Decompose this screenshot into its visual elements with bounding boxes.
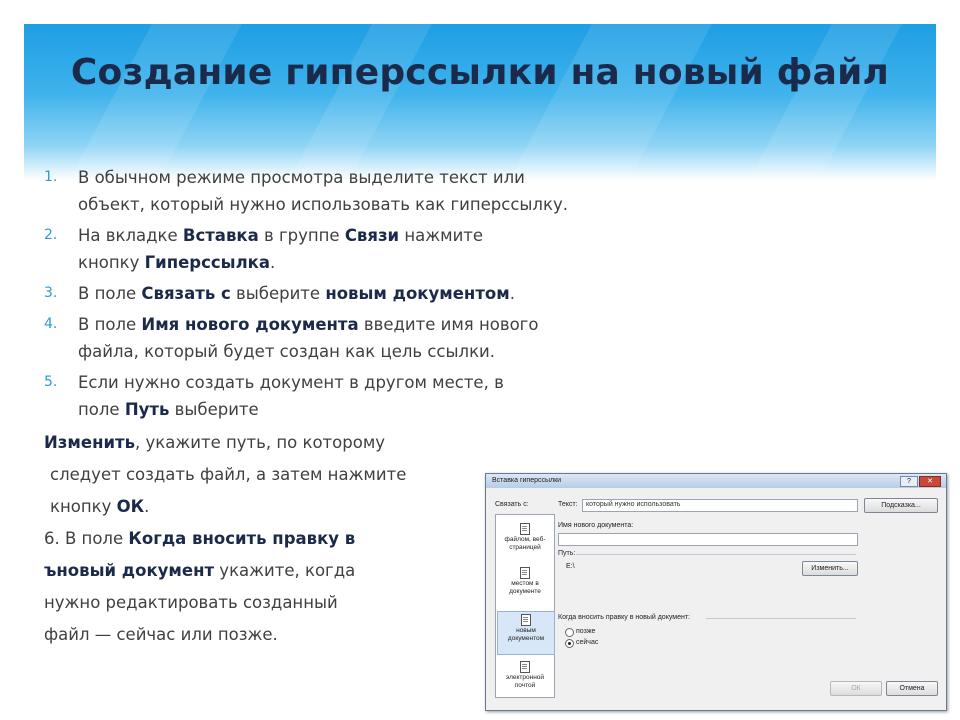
link-to-label: файлом, веб-страницей [504, 536, 546, 551]
email-icon [520, 661, 530, 673]
document-icon [520, 567, 530, 579]
emphasis: ОК [116, 497, 145, 516]
emphasis: Вставка [182, 226, 259, 245]
steps-list: 1. В обычном режиме просмотра выделите т… [44, 164, 604, 423]
step-text: выберите [230, 284, 326, 303]
step-text: В обычном режиме просмотра выделите текс… [78, 168, 525, 187]
ok-button[interactable]: ОК [830, 681, 882, 696]
list-item: 3. В поле Связать с выберите новым докум… [44, 280, 604, 307]
close-button[interactable]: ✕ [919, 476, 941, 487]
link-to-bar: файлом, веб-страницей местом в документе… [495, 514, 555, 698]
link-to-label: электронной почтой [505, 674, 545, 689]
step-text: . [509, 284, 515, 303]
header-ray [45, 24, 253, 180]
step-text: поле [78, 400, 125, 419]
emphasis: Гиперссылка [144, 253, 271, 272]
dialog-titlebar: Вставка гиперссылки ? ✕ [486, 474, 946, 488]
slide-title: Создание гиперссылки на новый файл [70, 52, 890, 93]
step-text: . [144, 497, 150, 516]
step-text: В поле [78, 315, 142, 334]
screentip-button[interactable]: Подсказка... [864, 498, 938, 513]
header-band [24, 24, 936, 180]
emphasis: ъновый документ [44, 561, 215, 580]
link-to-new-document[interactable]: новым документом [497, 611, 555, 655]
list-item: 5. Если нужно создать документ в другом … [44, 369, 604, 423]
display-text-value: который нужно использовать [586, 501, 681, 508]
step-text: 6. В поле [44, 529, 129, 548]
step-text: кнопку [50, 497, 117, 516]
edit-later-label: позже [576, 628, 596, 635]
cancel-button[interactable]: Отмена [886, 681, 938, 696]
step-text: в группе [258, 226, 345, 245]
list-item: 4. В поле Имя нового документа введите и… [44, 311, 604, 365]
header-ray [265, 24, 443, 180]
step-text: объект, который нужно использовать как г… [78, 195, 568, 214]
emphasis: новым документом [325, 284, 510, 303]
step-text: поле Путь выберите [78, 396, 604, 423]
emphasis: Имя нового документа [141, 315, 359, 334]
link-to-label: местом в документе [509, 580, 541, 595]
text-label: Текст: [558, 501, 578, 508]
step-text: выберите [169, 400, 259, 419]
list-item: 2. На вкладке Вставка в группе Связи наж… [44, 222, 604, 276]
step-text: На вкладке [78, 226, 183, 245]
list-item: 1. В обычном режиме просмотра выделите т… [44, 164, 604, 218]
edit-later-radio[interactable] [565, 628, 574, 637]
when-to-edit-label: Когда вносить правку в новый документ: [558, 614, 690, 621]
step-text: укажите, когда [214, 561, 356, 580]
display-text-input[interactable]: который нужно использовать [582, 499, 858, 512]
dialog-title: Вставка гиперссылки [492, 477, 562, 484]
emphasis: Путь [124, 400, 170, 419]
emphasis: Изменить [44, 433, 136, 452]
header-ray [485, 24, 723, 180]
step-text: В поле Имя нового документа введите имя … [78, 311, 604, 338]
step-text: Изменить, укажите путь, по которому [44, 427, 604, 459]
list-number: 5. [44, 374, 58, 390]
step-text: . [270, 253, 276, 272]
emphasis: Связи [344, 226, 400, 245]
link-to-label: Связать с: [495, 501, 529, 508]
step-text: , укажите путь, по которому [135, 433, 386, 452]
step-text: введите имя нового [358, 315, 539, 334]
list-number: 2. [44, 227, 58, 243]
step-text: кнопку [78, 253, 145, 272]
change-path-button[interactable]: Изменить... [802, 561, 858, 576]
edit-now-radio[interactable] [565, 639, 574, 648]
step-text: нажмите [399, 226, 484, 245]
step-text: В поле [78, 284, 142, 303]
help-button[interactable]: ? [900, 476, 918, 487]
step-text: На вкладке Вставка в группе Связи нажмит… [78, 222, 604, 249]
link-to-place-in-document[interactable]: местом в документе [497, 567, 553, 596]
link-to-email[interactable]: электронной почтой [497, 661, 553, 690]
emphasis: Когда вносить правку в [128, 529, 356, 548]
divider [706, 618, 856, 619]
new-document-name-label: Имя нового документа: [558, 522, 634, 529]
path-label: Путь: [558, 550, 576, 557]
new-document-name-input[interactable] [558, 533, 858, 546]
list-number: 1. [44, 169, 58, 185]
list-number: 3. [44, 285, 58, 301]
path-value: E:\ [566, 563, 575, 570]
emphasis: Связать с [141, 284, 231, 303]
step-text: Если нужно создать документ в другом мес… [78, 373, 504, 392]
header-ray [725, 24, 913, 180]
new-document-icon [521, 614, 531, 626]
link-to-existing-file[interactable]: файлом, веб-страницей [497, 523, 553, 552]
web-page-icon [520, 523, 530, 535]
divider [576, 554, 856, 555]
edit-now-label: сейчас [576, 639, 599, 646]
step-text: кнопку Гиперссылка. [78, 249, 604, 276]
link-to-label: новым документом [507, 627, 545, 642]
list-number: 4. [44, 316, 58, 332]
hyperlink-dialog-screenshot: Вставка гиперссылки ? ✕ Связать с: Текст… [485, 473, 947, 711]
step-text: В поле Связать с выберите новым документ… [78, 280, 604, 307]
step-text: файла, который будет создан как цель ссы… [78, 342, 496, 361]
